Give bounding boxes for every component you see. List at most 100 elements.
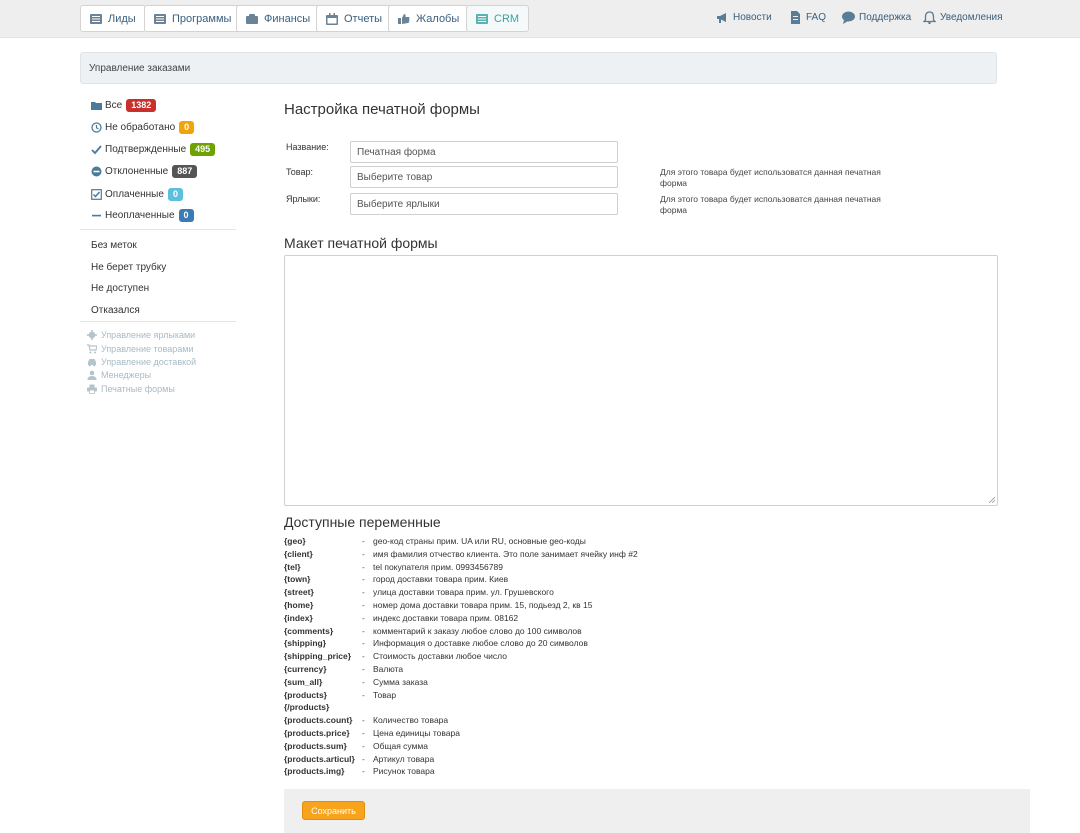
count-badge: 495 — [190, 143, 216, 156]
calendar-icon — [326, 12, 338, 25]
tab-programs[interactable]: Программы — [144, 5, 242, 32]
tab-leads[interactable]: Лиды — [80, 5, 146, 32]
manage-label: Управление товарами — [101, 344, 194, 354]
variable-separator: - — [362, 740, 365, 751]
sidebar-tag-refused[interactable]: Отказался — [91, 305, 140, 316]
news-label: Новости — [733, 12, 772, 23]
manage-label: Управление ярлыками — [101, 330, 196, 340]
tab-crm[interactable]: CRM — [466, 5, 530, 32]
list-icon — [476, 13, 488, 24]
variable-key: {products} — [284, 689, 327, 700]
name-field[interactable]: Печатная форма — [350, 141, 618, 163]
tab-finance[interactable]: Финансы — [236, 5, 321, 32]
car-icon — [88, 359, 96, 367]
name-label: Название: — [286, 142, 329, 152]
variable-key: {currency} — [284, 664, 327, 674]
save-button[interactable]: Сохранить — [302, 801, 365, 820]
sidebar-item-label: Не обработано — [105, 122, 176, 133]
variable-key: {town} — [284, 574, 311, 585]
layout-editor[interactable] — [284, 255, 998, 506]
variable-separator: - — [362, 638, 365, 649]
tab-label: Лиды — [108, 12, 136, 25]
sidebar-manage-delivery[interactable]: Управление доставкой — [87, 357, 196, 367]
count-badge: 0 — [178, 209, 194, 222]
variable-key: {comments} — [284, 625, 334, 636]
variable-description: комментарий к заказу любое слово до 100 … — [373, 625, 582, 636]
printer-icon — [87, 384, 97, 394]
variable-key: {sum_all} — [284, 676, 323, 687]
variable-separator: - — [362, 753, 365, 764]
variable-description: Валюта — [373, 664, 404, 674]
tab-label: Финансы — [264, 12, 311, 25]
faq-label: FAQ — [806, 12, 827, 23]
tab-reports[interactable]: Отчеты — [316, 5, 393, 32]
variable-description: индекс доставки товара прим. 08162 — [373, 612, 519, 623]
minus-icon — [92, 214, 101, 217]
sidebar-tag-no-label[interactable]: Без меток — [91, 240, 137, 251]
sidebar-item-label: Неоплаченные — [105, 210, 175, 221]
count-badge: 0 — [179, 121, 195, 134]
sidebar-item-unpaid[interactable]: Неоплаченные 0 — [91, 209, 194, 222]
sidebar-item-unprocessed[interactable]: Не обработано 0 — [91, 121, 195, 134]
breadcrumb: Управление заказами — [80, 52, 997, 84]
variable-separator: - — [362, 766, 365, 777]
variable-key: {products.articul} — [284, 753, 355, 764]
variable-key: {shipping_price} — [284, 651, 352, 662]
support-label: Поддержка — [859, 12, 912, 23]
gear-icon — [87, 330, 97, 340]
thumbs-down-icon — [398, 13, 410, 24]
variable-description: Цена единицы товара — [373, 728, 460, 738]
top-navbar: Лиды Программы Финансы Отчеты Жалобы CRM… — [0, 0, 1080, 38]
page-title: Настройка печатной формы — [284, 101, 480, 118]
support-link[interactable]: Поддержка — [842, 11, 911, 24]
labels-select[interactable]: Выберите ярлыки — [350, 193, 618, 215]
variable-separator: - — [362, 600, 365, 610]
list-icon — [90, 13, 102, 24]
variables-title: Доступные переменные — [284, 514, 441, 530]
sidebar-item-all[interactable]: Все 1382 — [91, 99, 157, 112]
sidebar-item-rejected[interactable]: Отклоненные 887 — [91, 165, 198, 178]
variable-separator: - — [362, 728, 365, 738]
variable-separator: - — [362, 561, 365, 572]
variable-description: улица доставки товара прим. ул. Грушевск… — [373, 587, 554, 598]
variable-key: {street} — [284, 587, 314, 598]
sidebar-item-label: Подтвержденные — [105, 144, 187, 155]
form-footer — [284, 789, 1030, 833]
news-link[interactable]: Новости — [716, 11, 772, 24]
sidebar-item-paid[interactable]: Оплаченные 0 — [91, 188, 183, 201]
minus-circle-icon — [91, 166, 102, 177]
bell-icon — [923, 11, 936, 24]
variable-description: Стоимость доставки любое число — [373, 651, 507, 662]
variable-key: {home} — [284, 600, 314, 610]
faq-link[interactable]: FAQ — [789, 11, 826, 24]
sidebar-tag-no-answer[interactable]: Не берет трубку — [91, 262, 166, 273]
variable-description: Количество товара — [373, 715, 449, 726]
tab-label: CRM — [494, 12, 520, 25]
variable-description: имя фамилия отчество клиента. Это поле з… — [373, 548, 638, 559]
sidebar-item-confirmed[interactable]: Подтвержденные 495 — [91, 143, 216, 156]
notifications-label: Уведомления — [940, 12, 1003, 23]
product-select[interactable]: Выберите товар — [350, 166, 618, 188]
sidebar-item-label: Оплаченные — [105, 189, 164, 200]
variable-separator: - — [362, 536, 365, 546]
sidebar-managers[interactable]: Менеджеры — [87, 370, 151, 380]
sidebar-print-forms[interactable]: Печатные формы — [87, 384, 175, 394]
document-icon — [791, 11, 800, 24]
manage-label: Печатные формы — [101, 384, 175, 394]
variable-separator: - — [362, 612, 365, 623]
resize-grip-icon[interactable] — [989, 497, 995, 503]
variable-key: {index} — [284, 612, 313, 623]
notifications-link[interactable]: Уведомления — [923, 11, 1003, 24]
sidebar-item-label: Все — [105, 100, 123, 111]
variable-separator: - — [362, 664, 365, 674]
tab-complaints[interactable]: Жалобы — [388, 5, 470, 32]
variable-description: Рисунок товара — [373, 766, 435, 777]
sidebar-manage-products[interactable]: Управление товарами — [87, 344, 193, 354]
sidebar-manage-labels[interactable]: Управление ярлыками — [87, 330, 195, 340]
variable-description: город доставки товара прим. Киев — [373, 574, 509, 585]
variable-separator: - — [362, 676, 365, 687]
variable-separator: - — [362, 548, 365, 559]
sidebar-tag-unavailable[interactable]: Не доступен — [91, 283, 149, 294]
chat-icon — [842, 11, 855, 24]
count-badge: 887 — [172, 165, 198, 178]
